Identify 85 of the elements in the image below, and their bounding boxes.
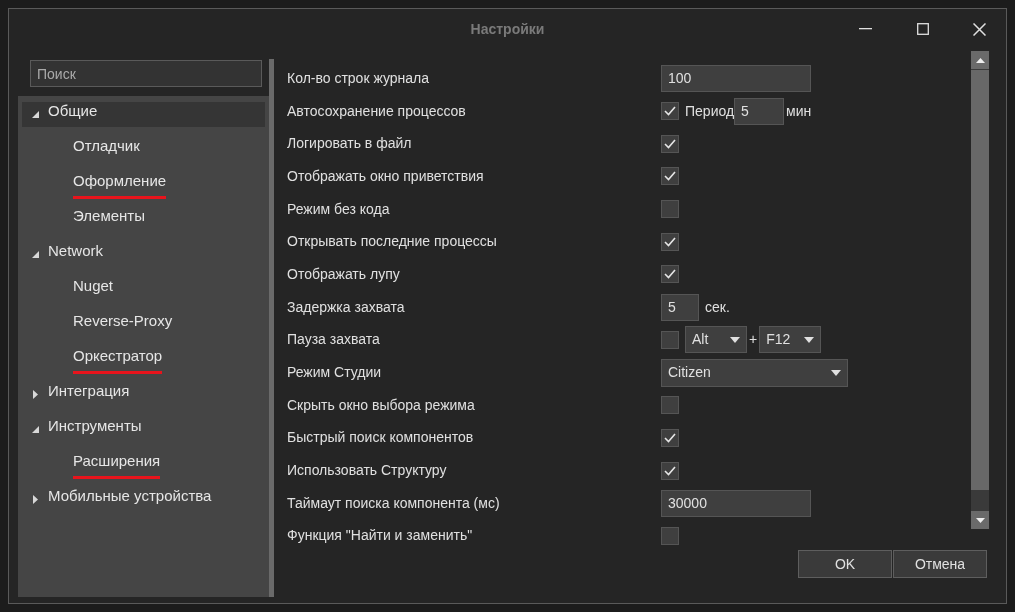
checkmark-icon [664, 465, 676, 476]
input-field[interactable]: 100 [661, 64, 811, 92]
tree-item[interactable]: Элементы [73, 205, 145, 234]
setting-label: Открывать последние процессы [287, 232, 498, 252]
setting-label: Использовать Структуру [287, 461, 448, 481]
tree-item[interactable]: Оформление [73, 170, 167, 199]
checkbox[interactable] [661, 102, 679, 121]
caret-icon [831, 369, 841, 376]
input-field[interactable]: 30000 [661, 489, 811, 517]
collapsed-triangle-icon[interactable] [32, 390, 38, 399]
tree-row[interactable]: Инструменты [22, 417, 265, 442]
setting-label: Скрыть окно выбора режима [287, 395, 476, 415]
maximize-icon[interactable] [917, 23, 929, 35]
tree-row[interactable]: Network [22, 242, 265, 267]
checkbox[interactable] [661, 428, 679, 447]
tree-row[interactable]: Расширения [22, 452, 265, 477]
expanded-triangle-icon[interactable] [31, 251, 39, 258]
checkmark-icon [664, 171, 676, 182]
input-field[interactable]: 5 [661, 293, 699, 321]
tree-row[interactable]: Reverse-Proxy [22, 312, 265, 337]
checkbox[interactable] [661, 396, 679, 415]
tree-item[interactable]: Network [48, 240, 103, 269]
setting-label: Пауза захвата [287, 330, 381, 350]
checkmark-icon [664, 269, 676, 280]
caret-icon [804, 336, 815, 343]
checkmark-icon [664, 138, 676, 149]
modifier-dropdown[interactable]: Alt [685, 326, 747, 354]
tree-item[interactable]: Оркестратор [73, 345, 163, 374]
minimize-icon[interactable] [859, 28, 872, 30]
tree-row[interactable]: Оформление [22, 172, 265, 197]
checkbox[interactable] [661, 526, 679, 545]
setting-label: Кол-во строк журнала [287, 68, 431, 88]
tree-row[interactable]: Интеграция [22, 382, 265, 407]
setting-label: Режим без кода [287, 199, 391, 219]
scroll-down-icon[interactable] [975, 517, 985, 523]
checkmark-icon [664, 236, 676, 247]
checkmark-icon [664, 432, 676, 443]
expanded-triangle-icon[interactable] [31, 426, 39, 433]
ok-button[interactable]: OK [798, 550, 892, 578]
expanded-triangle-icon[interactable] [31, 111, 39, 118]
collapsed-triangle-icon[interactable] [32, 495, 38, 504]
setting-label: Режим Студии [287, 363, 383, 383]
period-label: Период [685, 101, 735, 121]
tree-row[interactable]: Nuget [22, 277, 265, 302]
window-title: Настройки [470, 19, 545, 39]
checkbox[interactable] [661, 232, 679, 251]
checkbox[interactable] [661, 200, 679, 219]
tree-item[interactable]: Инструменты [48, 415, 142, 444]
tree-item[interactable]: Reverse-Proxy [73, 310, 173, 339]
setting-label: Отображать лупу [287, 264, 401, 284]
tree-row[interactable]: Оркестратор [22, 347, 265, 372]
setting-label: Отображать окно приветствия [287, 166, 485, 186]
checkbox[interactable] [661, 167, 679, 186]
setting-label: Логировать в файл [287, 134, 413, 154]
tree-row[interactable]: Мобильные устройства [22, 487, 265, 512]
checkbox[interactable] [661, 330, 679, 349]
checkmark-icon [664, 106, 676, 117]
tree-item[interactable]: Интеграция [48, 380, 130, 409]
tree-item[interactable]: Расширения [73, 450, 161, 479]
cancel-button[interactable]: Отмена [893, 550, 987, 578]
setting-label: Быстрый поиск компонентов [287, 428, 475, 448]
checkbox[interactable] [661, 134, 679, 153]
key-dropdown[interactable]: F12 [759, 326, 822, 354]
unit-label: сек. [705, 297, 730, 317]
search-field[interactable]: Поиск [30, 60, 262, 87]
setting-label: Задержка захвата [287, 297, 406, 317]
close-icon[interactable] [973, 22, 986, 36]
scroll-up-icon[interactable] [975, 57, 985, 63]
checkbox[interactable] [661, 461, 679, 480]
setting-label: Функция "Найти и заменить" [287, 526, 474, 546]
input-field[interactable]: 5 [734, 97, 785, 125]
plus-label: + [749, 330, 758, 350]
caret-icon [730, 336, 740, 343]
tree-item[interactable]: Nuget [73, 275, 114, 304]
tree-row[interactable]: Отладчик [22, 137, 265, 162]
mode-dropdown[interactable]: Citizen [661, 358, 848, 387]
unit-label: мин [786, 101, 812, 121]
tree-item[interactable]: Мобильные устройства [48, 485, 212, 514]
tree-item[interactable]: Отладчик [73, 135, 140, 164]
checkbox[interactable] [661, 265, 679, 284]
setting-label: Автосохранение процессов [287, 101, 467, 121]
tree-row[interactable]: Элементы [22, 207, 265, 232]
setting-label: Таймаут поиска компонента (мс) [287, 493, 501, 513]
tree-item[interactable]: Общие [48, 100, 98, 129]
tree-row[interactable]: Общие [22, 102, 265, 127]
